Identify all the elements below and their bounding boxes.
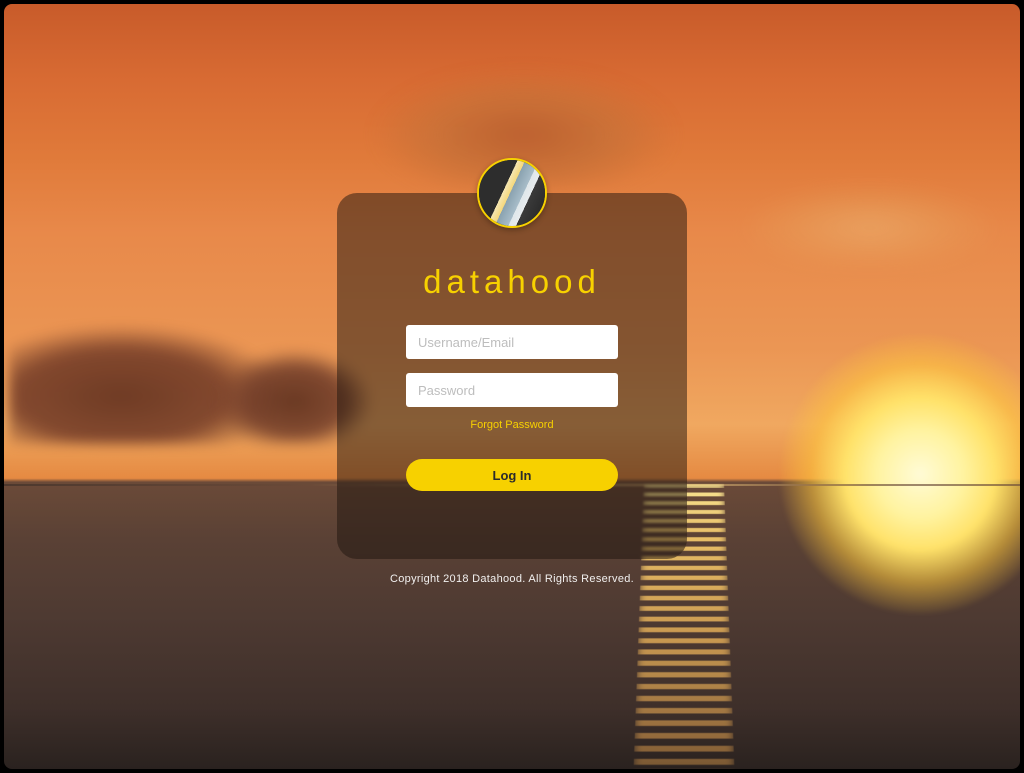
avatar-image	[479, 160, 545, 226]
login-button[interactable]: Log In	[406, 459, 618, 491]
background-image: datahood Forgot Password Log In Copyrigh…	[4, 4, 1020, 769]
username-input[interactable]	[406, 325, 618, 359]
login-card: datahood Forgot Password Log In	[337, 193, 687, 559]
password-input[interactable]	[406, 373, 618, 407]
avatar	[477, 158, 547, 228]
brand-logo: datahood	[423, 263, 601, 301]
forgot-password-link[interactable]: Forgot Password	[470, 419, 553, 431]
copyright-text: Copyright 2018 Datahood. All Rights Rese…	[390, 573, 634, 585]
